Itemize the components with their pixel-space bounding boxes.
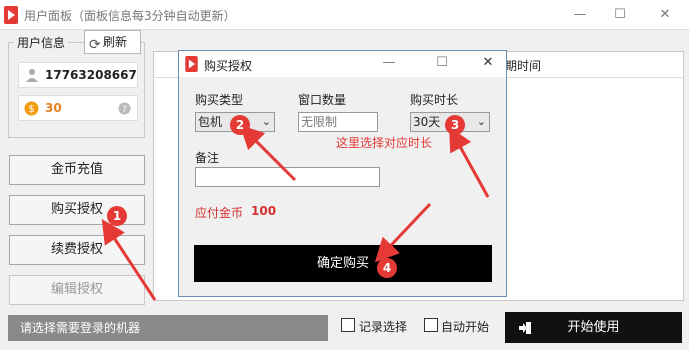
duration-value: 30天 (413, 115, 441, 129)
step-badge-1: 1 (107, 206, 127, 226)
step-badge-2: 2 (230, 115, 250, 135)
record-choice-checkbox[interactable] (341, 318, 355, 332)
user-info-group (8, 42, 145, 138)
main-title-bar: 用户面板（面板信息每3分钟自动更新） — ☐ ✕ (0, 0, 689, 30)
table-col-expire-time: 期时间 (505, 59, 542, 73)
dialog-logo-icon (185, 56, 198, 72)
pay-amount: 100 (251, 204, 277, 218)
chevron-down-icon: ⌄ (261, 115, 271, 128)
phone-number: 17763208667 (45, 68, 137, 82)
dialog-maximize-icon[interactable]: ☐ (422, 48, 462, 78)
maximize-icon[interactable]: ☐ (600, 0, 640, 30)
confirm-purchase-button[interactable]: 确定购买 (194, 245, 492, 282)
refresh-icon: ⟳ (89, 37, 101, 53)
buy-type-value: 包机 (198, 115, 223, 129)
login-icon (519, 322, 531, 334)
remark-label: 备注 (195, 151, 220, 165)
dialog-close-icon[interactable]: ✕ (468, 48, 508, 78)
refresh-label: 刷新 (103, 35, 128, 49)
phone-row: 17763208667 (18, 62, 138, 88)
step-badge-3: 3 (445, 115, 465, 135)
renew-license-button[interactable]: 续费授权 (9, 235, 145, 265)
app-logo-icon (4, 6, 18, 24)
dialog-minimize-icon[interactable]: — (369, 48, 409, 78)
close-icon[interactable]: ✕ (645, 0, 685, 30)
buy-type-label: 购买类型 (195, 93, 244, 107)
coin-icon: $ (24, 101, 39, 116)
refresh-button[interactable]: ⟳ 刷新 (84, 30, 141, 54)
coin-balance: 30 (45, 101, 62, 115)
start-button[interactable]: 开始使用 (505, 312, 682, 343)
edit-license-button[interactable]: 编辑授权 (9, 275, 145, 305)
record-choice-label: 记录选择 (359, 320, 408, 334)
window-count-field[interactable]: 无限制 (298, 112, 378, 132)
user-info-label: 用户信息 (14, 34, 69, 51)
window-count-label: 窗口数量 (298, 93, 347, 107)
machine-hint-bar: 请选择需要登录的机器 (8, 315, 328, 341)
coins-row: $ 30 ? (18, 95, 138, 121)
minimize-icon[interactable]: — (560, 0, 600, 30)
svg-text:?: ? (122, 105, 127, 115)
auto-start-checkbox[interactable] (424, 318, 438, 332)
remark-field[interactable] (195, 167, 380, 187)
auto-start-label: 自动开始 (441, 320, 490, 334)
help-icon[interactable]: ? (118, 102, 131, 115)
dialog-title: 购买授权 (204, 59, 253, 73)
pay-label: 应付金币 (195, 206, 244, 220)
dialog-title-bar: 购买授权 — ☐ ✕ (179, 51, 506, 77)
svg-text:$: $ (28, 104, 34, 115)
step-badge-4: 4 (377, 258, 397, 278)
annotation-note: 这里选择对应时长 (336, 136, 433, 150)
recharge-button[interactable]: 金币充值 (9, 155, 145, 185)
main-window-title: 用户面板（面板信息每3分钟自动更新） (24, 9, 236, 23)
chevron-down-icon: ⌄ (476, 115, 486, 128)
start-button-label: 开始使用 (567, 320, 620, 335)
user-icon (26, 69, 38, 82)
duration-label: 购买时长 (410, 93, 459, 107)
